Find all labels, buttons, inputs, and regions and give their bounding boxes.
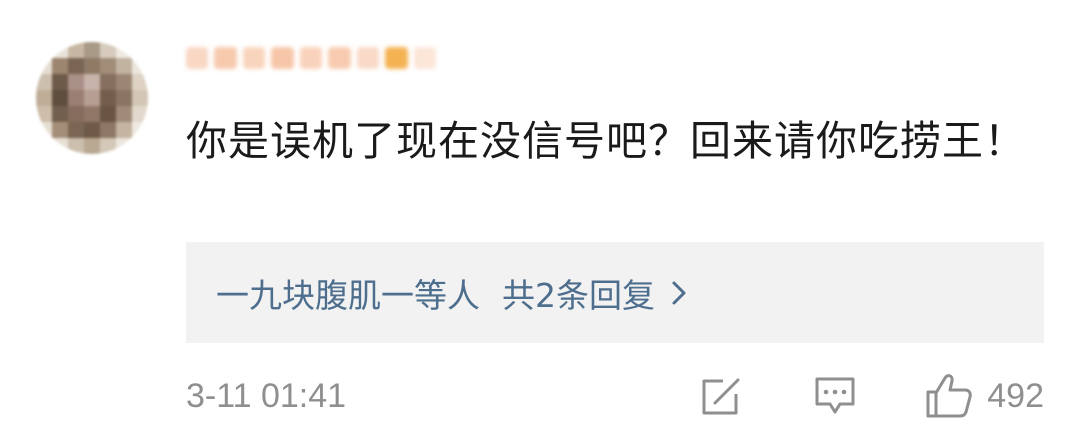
reply-count[interactable]: 共2条回复 [502,269,655,317]
chevron-right-icon [671,280,687,306]
comment-text: 你是误机了现在没信号吧？回来请你吃捞王！ [186,117,1026,165]
username[interactable] [186,38,436,78]
comment-time: 3-11 01:41 [186,376,347,415]
reply-author[interactable]: 一九块腹肌一等人 [216,269,480,317]
reply-summary[interactable]: 一九块腹肌一等人 共2条回复 [186,242,1044,343]
thumbs-up-icon [925,373,973,419]
comment-icon[interactable] [813,370,857,422]
comment-footer: 3-11 01:41 492 [186,370,1044,422]
avatar[interactable] [36,42,148,154]
like-count: 492 [987,376,1044,415]
edit-icon[interactable] [699,370,743,422]
like-button[interactable]: 492 [925,370,1044,422]
